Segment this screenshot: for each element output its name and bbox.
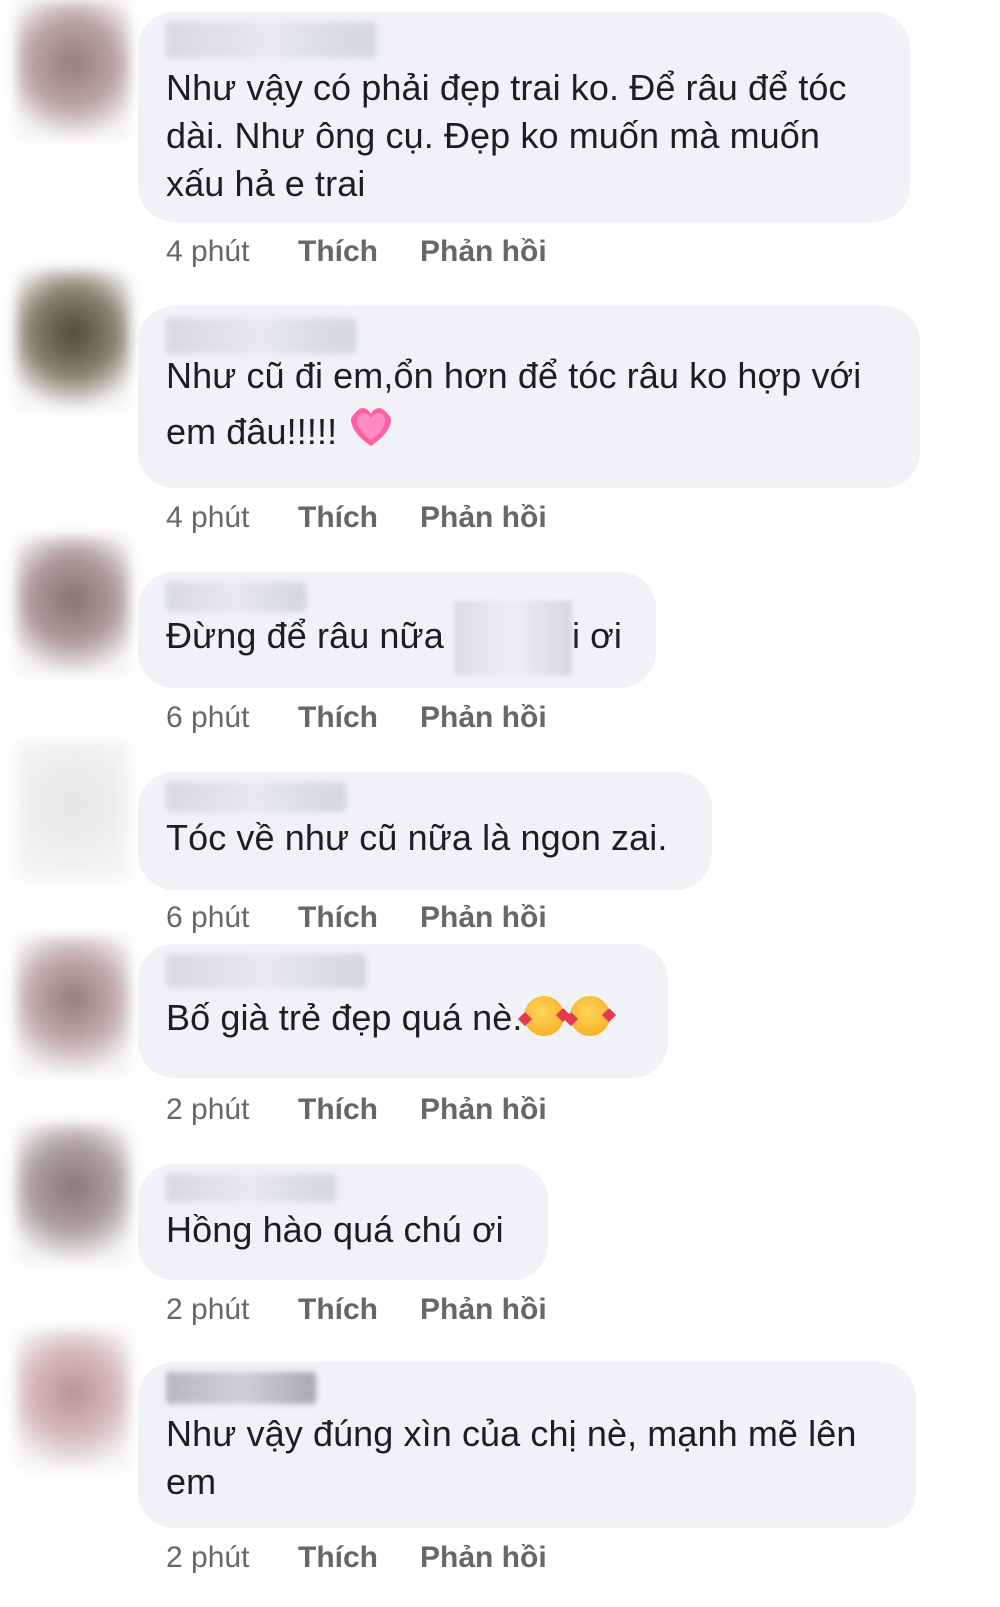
comment-text-part: Bố già trẻ đẹp quá nè. xyxy=(166,997,523,1038)
comment-bubble[interactable]: Hồng hào quá chú ơi xyxy=(138,1164,548,1280)
comment-bubble[interactable]: Đừng để râu nữa i ơi xyxy=(138,572,656,688)
comment-text: Như cũ đi em,ổn hơn để tóc râu ko hợp vớ… xyxy=(166,348,894,460)
reply-button[interactable]: Phản hồi xyxy=(420,1292,547,1328)
comment-bubble[interactable]: Như vậy có phải đẹp trai ko. Để râu để t… xyxy=(138,12,910,222)
comment-text: Như vậy có phải đẹp trai ko. Để râu để t… xyxy=(166,67,847,204)
mention-blurred[interactable] xyxy=(453,601,572,676)
comment-actions: 6 phút Thích Phản hồi xyxy=(166,700,547,736)
reply-button[interactable]: Phản hồi xyxy=(420,1540,547,1576)
comment-time: 6 phút xyxy=(166,701,250,734)
comment-text: Tóc về như cũ nữa là ngon zai. xyxy=(166,817,668,858)
comment-text-part: i ơi xyxy=(571,615,622,656)
author-name-blurred[interactable] xyxy=(166,582,306,612)
avatar[interactable] xyxy=(16,536,130,676)
reply-button[interactable]: Phản hồi xyxy=(420,500,547,536)
reply-button[interactable]: Phản hồi xyxy=(420,234,547,270)
author-name-blurred[interactable] xyxy=(166,22,376,58)
avatar[interactable] xyxy=(16,270,130,410)
comment-time: 6 phút xyxy=(166,901,250,934)
comment-time: 4 phút xyxy=(166,501,250,534)
avatar[interactable] xyxy=(16,0,130,140)
reply-button[interactable]: Phản hồi xyxy=(420,1092,547,1128)
comment-time: 2 phút xyxy=(166,1541,250,1574)
avatar[interactable] xyxy=(16,936,130,1076)
avatar[interactable] xyxy=(16,1124,130,1264)
smiling-face-with-hearts-icon xyxy=(524,996,565,1036)
comment-bubble[interactable]: Tóc về như cũ nữa là ngon zai. xyxy=(138,772,712,890)
author-name-blurred[interactable] xyxy=(166,954,366,988)
author-name-blurred[interactable] xyxy=(166,1372,316,1404)
comment-time: 2 phút xyxy=(166,1093,250,1126)
like-button[interactable]: Thích xyxy=(298,900,420,936)
author-name-blurred[interactable] xyxy=(166,318,356,354)
like-button[interactable]: Thích xyxy=(298,1540,420,1576)
comment-text-part: Như cũ đi em,ổn hơn để tóc râu ko hợp vớ… xyxy=(166,355,862,452)
like-button[interactable]: Thích xyxy=(298,1092,420,1128)
comment-text: Bố già trẻ đẹp quá nè. xyxy=(166,994,642,1042)
like-button[interactable]: Thích xyxy=(298,500,420,536)
comment-text: Hồng hào quá chú ơi xyxy=(166,1209,504,1250)
smiling-face-with-hearts-icon xyxy=(570,996,611,1036)
avatar[interactable] xyxy=(16,1330,130,1470)
comment-actions: 4 phút Thích Phản hồi xyxy=(166,234,547,270)
reply-button[interactable]: Phản hồi xyxy=(420,700,547,736)
comment-actions: 6 phút Thích Phản hồi xyxy=(166,900,547,936)
comment-text: Đừng để râu nữa i ơi xyxy=(166,601,630,676)
comment-bubble[interactable]: Như vậy đúng xìn của chị nè, mạnh mẽ lên… xyxy=(138,1362,916,1528)
comment-text: Như vậy đúng xìn của chị nè, mạnh mẽ lên… xyxy=(166,1413,857,1502)
author-name-blurred[interactable] xyxy=(166,782,346,812)
comment-bubble[interactable]: Như cũ đi em,ổn hơn để tóc râu ko hợp vớ… xyxy=(138,306,920,488)
reply-button[interactable]: Phản hồi xyxy=(420,900,547,936)
comment-actions: 2 phút Thích Phản hồi xyxy=(166,1092,547,1128)
author-name-blurred[interactable] xyxy=(166,1174,336,1202)
like-button[interactable]: Thích xyxy=(298,234,420,270)
comment-time: 4 phút xyxy=(166,235,250,268)
comment-text-part: Đừng để râu nữa xyxy=(166,615,454,656)
like-button[interactable]: Thích xyxy=(298,700,420,736)
comment-bubble[interactable]: Bố già trẻ đẹp quá nè. xyxy=(138,944,668,1078)
avatar[interactable] xyxy=(16,740,130,880)
comment-actions: 2 phút Thích Phản hồi xyxy=(166,1540,547,1576)
comment-feed: Như vậy có phải đẹp trai ko. Để râu để t… xyxy=(0,0,1000,1607)
growing-heart-icon xyxy=(349,406,394,446)
comment-actions: 4 phút Thích Phản hồi xyxy=(166,500,547,536)
like-button[interactable]: Thích xyxy=(298,1292,420,1328)
comment-time: 2 phút xyxy=(166,1293,250,1326)
comment-actions: 2 phút Thích Phản hồi xyxy=(166,1292,547,1328)
